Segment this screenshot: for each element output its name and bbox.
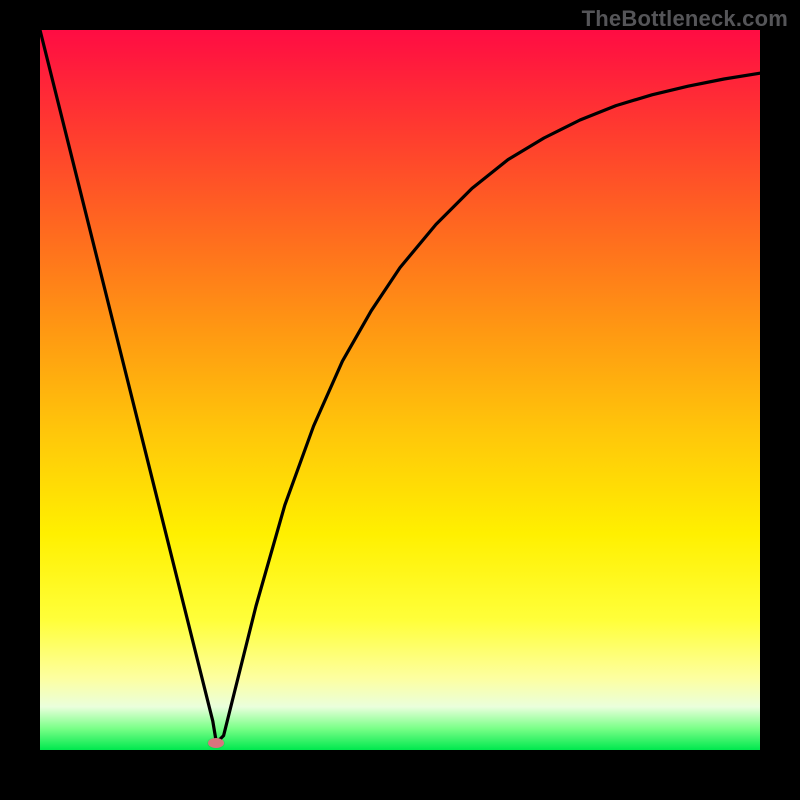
watermark: TheBottleneck.com — [582, 6, 788, 32]
chart-frame: TheBottleneck.com — [0, 0, 800, 800]
gradient-plot-area — [40, 30, 760, 750]
bottleneck-curve — [40, 30, 760, 743]
optimum-marker — [208, 738, 224, 748]
curve-svg — [40, 30, 760, 750]
